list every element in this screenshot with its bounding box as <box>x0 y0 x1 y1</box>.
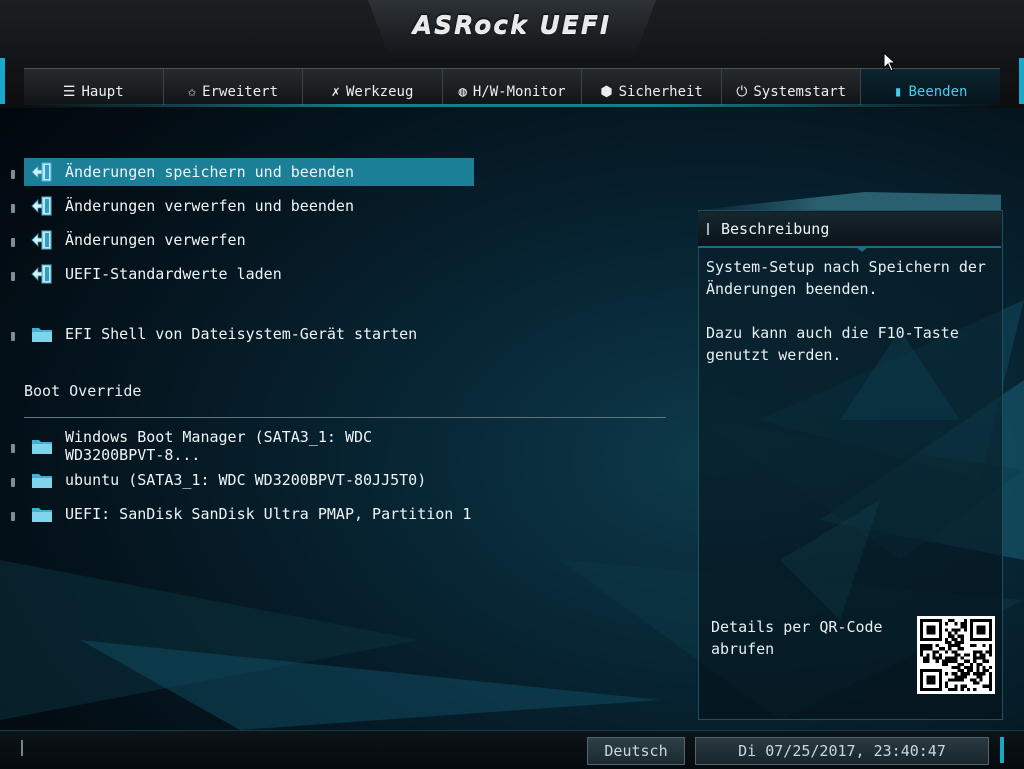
list-icon: ☰ <box>62 84 76 100</box>
boot-override-title: Boot Override <box>24 382 142 400</box>
asrock-uefi-logo: ASRock UEFI <box>412 10 612 39</box>
exit-menu-item[interactable]: Änderungen verwerfen und beenden <box>11 192 474 220</box>
row-bullet <box>11 272 15 281</box>
row-bullet <box>11 332 15 341</box>
tab-label: H/W-Monitor <box>472 84 566 100</box>
qr-code-label: Details per QR-Code abrufen <box>711 618 883 658</box>
footer-marker <box>21 740 23 756</box>
folder-icon <box>31 470 53 490</box>
tab-haupt[interactable]: ☰ Haupt <box>24 69 164 105</box>
section-divider <box>24 417 666 418</box>
tab-label: Haupt <box>81 84 124 100</box>
menu-item-label: Änderungen speichern und beenden <box>65 163 354 181</box>
menu-item-label: ubuntu (SATA3_1: WDC WD3200BPVT-80JJ5T0) <box>65 471 427 489</box>
folder-icon <box>31 436 53 456</box>
folder-icon <box>31 504 53 524</box>
tab-label: Sicherheit <box>618 84 703 100</box>
exit-arrow-icon <box>31 230 53 250</box>
qr-code <box>917 616 995 694</box>
folder-icon <box>31 324 53 344</box>
menu-item-label: Windows Boot Manager (SATA3_1: WDC WD320… <box>65 428 373 464</box>
exit-door-icon: ▮ <box>894 84 903 100</box>
tab-werkzeug[interactable]: ✗ Werkzeug <box>303 69 443 105</box>
description-panel-cap <box>698 192 1001 210</box>
row-bullet <box>11 512 15 521</box>
tab-label: Erweitert <box>202 84 279 100</box>
tab-label: Systemstart <box>753 84 847 100</box>
exit-menu-item[interactable]: Änderungen speichern und beenden <box>11 158 474 186</box>
footer-accent-bar <box>1000 737 1004 763</box>
power-icon: ⏻ <box>736 84 748 100</box>
exit-menu-item[interactable]: UEFI-Standardwerte laden <box>11 260 474 288</box>
wrench-icon: ✗ <box>331 84 340 100</box>
tab-erweitert[interactable]: ✩ Erweitert <box>163 69 304 105</box>
description-title: Beschreibung <box>721 220 830 238</box>
date-time-display: Di 07/25/2017, 23:40:47 <box>695 737 989 765</box>
monitor-gauge-icon: ◍ <box>458 84 467 100</box>
mouse-cursor-icon <box>883 52 897 72</box>
menu-item-label: Änderungen verwerfen <box>65 231 246 249</box>
right-accent-bar <box>1019 58 1024 104</box>
menu-item-label: UEFI: SanDisk SanDisk Ultra PMAP, Partit… <box>65 505 472 523</box>
exit-arrow-icon <box>31 162 53 182</box>
boot-override-item[interactable]: Windows Boot Manager (SATA3_1: WDC WD320… <box>11 428 474 464</box>
tab-sicherheit[interactable]: ⬢ Sicherheit <box>582 69 722 105</box>
tab-h-w-monitor[interactable]: ◍ H/W-Monitor <box>442 69 583 105</box>
row-bullet <box>11 238 15 247</box>
tab-underglow <box>24 104 1000 107</box>
description-text: System-Setup nach Speichern der Änderung… <box>706 258 986 364</box>
menu-item-label: EFI Shell von Dateisystem-Gerät starten <box>65 325 418 343</box>
description-header: Beschreibung <box>698 212 1001 248</box>
exit-arrow-icon <box>31 264 53 284</box>
language-button[interactable]: Deutsch <box>587 737 685 765</box>
tab-beenden[interactable]: ▮ Beenden <box>861 69 1001 105</box>
header-marker <box>707 223 709 235</box>
boot-override-item[interactable]: UEFI: SanDisk SanDisk Ultra PMAP, Partit… <box>11 500 474 528</box>
shield-icon: ⬢ <box>600 84 613 100</box>
row-bullet <box>11 170 15 179</box>
star-icon: ✩ <box>187 84 197 100</box>
exit-menu-item[interactable]: Änderungen verwerfen <box>11 226 474 254</box>
menu-item-label: UEFI-Standardwerte laden <box>65 265 282 283</box>
exit-menu-item[interactable]: EFI Shell von Dateisystem-Gerät starten <box>11 320 474 348</box>
boot-override-item[interactable]: ubuntu (SATA3_1: WDC WD3200BPVT-80JJ5T0) <box>11 466 474 494</box>
row-bullet <box>11 478 15 487</box>
description-notch <box>856 247 868 252</box>
tab-systemstart[interactable]: ⏻ Systemstart <box>721 69 862 105</box>
tab-label: Beenden <box>908 84 968 100</box>
row-bullet <box>11 444 15 453</box>
tab-label: Werkzeug <box>345 84 414 100</box>
menu-item-label: Änderungen verwerfen und beenden <box>65 197 354 215</box>
row-bullet <box>11 204 15 213</box>
exit-arrow-icon <box>31 196 53 216</box>
left-accent-bar <box>0 58 5 104</box>
main-tab-bar: ☰ Haupt ✩ Erweitert ✗ Werkzeug ◍ H/W-Monitor ⬢ Si… <box>24 68 1001 105</box>
